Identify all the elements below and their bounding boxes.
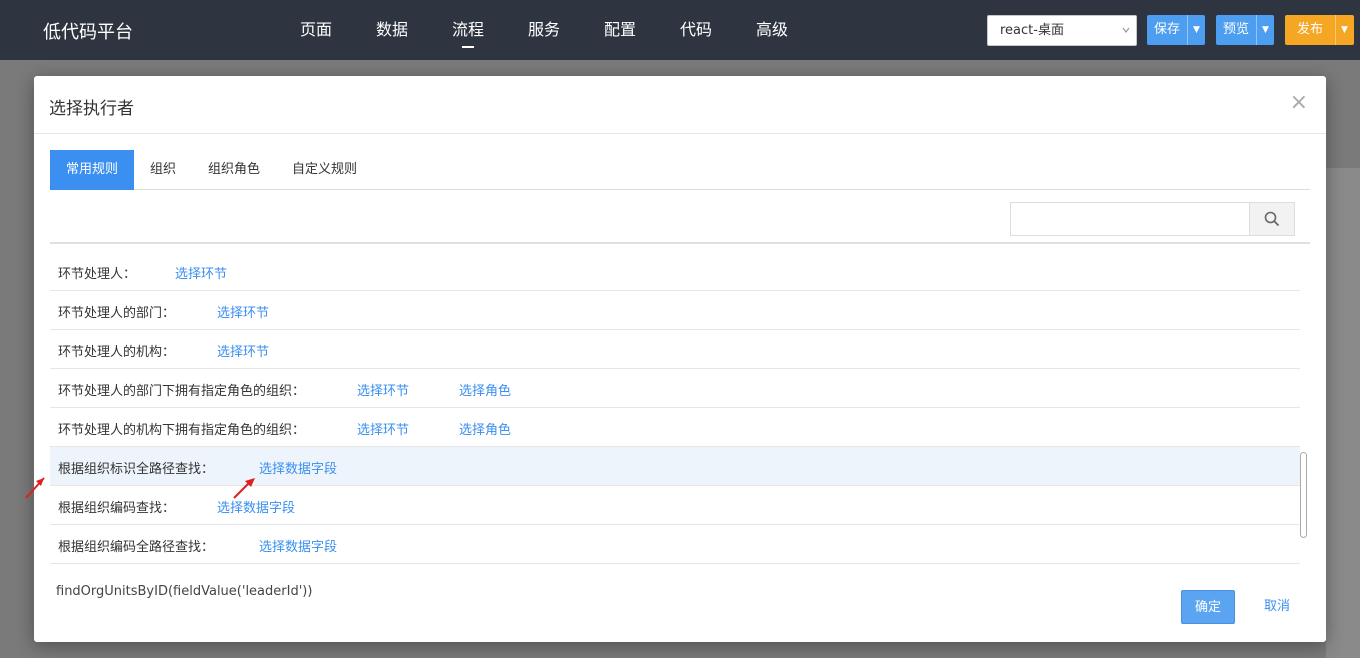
- select-role-link[interactable]: 选择角色: [459, 380, 511, 399]
- nav-item-data[interactable]: 数据: [354, 0, 430, 60]
- preview-button[interactable]: 预览: [1216, 15, 1256, 45]
- nav-item-advanced[interactable]: 高级: [734, 0, 810, 60]
- select-data-field-link[interactable]: 选择数据字段: [259, 536, 337, 555]
- rule-label: 根据组织标识全路径查找：: [58, 462, 215, 477]
- select-node-link[interactable]: 选择环节: [175, 263, 227, 282]
- search-button[interactable]: [1249, 203, 1294, 235]
- select-node-link[interactable]: 选择环节: [357, 380, 409, 399]
- select-node-link[interactable]: 选择环节: [217, 302, 269, 321]
- select-node-link[interactable]: 选择环节: [217, 341, 269, 360]
- list-item: 环节处理人的部门下拥有指定角色的组织： 选择环节 选择角色: [50, 369, 1300, 408]
- tab-organization-role[interactable]: 组织角色: [192, 150, 276, 190]
- rule-label: 环节处理人的部门下拥有指定角色的组织：: [58, 384, 306, 399]
- list-item: 环节处理人的机构： 选择环节: [50, 330, 1300, 369]
- rule-label: 环节处理人的机构：: [58, 345, 176, 360]
- list-item: 根据组织编码全路径查找： 选择数据字段: [50, 525, 1300, 564]
- preview-button-group: 预览 ▼: [1216, 15, 1275, 45]
- dialog-tabs: 常用规则 组织 组织角色 自定义规则: [50, 150, 1310, 190]
- rule-label: 环节处理人的部门：: [58, 306, 176, 321]
- dialog-title: 选择执行者: [49, 99, 134, 119]
- rule-label: 环节处理人：: [58, 267, 137, 282]
- select-executor-dialog: 选择执行者 × 常用规则 组织 组织角色 自定义规则 环节处理人： 选择环节 环…: [25, 76, 1326, 642]
- close-icon[interactable]: ×: [1290, 90, 1308, 115]
- rule-label: 根据组织编码查找：: [58, 501, 176, 516]
- background-side-panel: [1326, 168, 1360, 658]
- save-button[interactable]: 保存: [1147, 15, 1187, 45]
- red-arrow-annotation-icon: [25, 477, 45, 499]
- rule-label: 环节处理人的机构下拥有指定角色的组织：: [58, 423, 306, 438]
- top-bar: 低代码平台 页面 数据 流程 服务 配置 代码 高级 react-桌面 保存 ▼…: [0, 0, 1360, 60]
- app-logo-title: 低代码平台: [43, 22, 133, 43]
- list-item: 环节处理人的机构下拥有指定角色的组织： 选择环节 选择角色: [50, 408, 1300, 447]
- nav-item-code[interactable]: 代码: [658, 0, 734, 60]
- select-data-field-link[interactable]: 选择数据字段: [259, 458, 337, 477]
- red-arrow-annotation-icon: [233, 478, 255, 499]
- tab-organization[interactable]: 组织: [134, 150, 192, 190]
- chevron-down-icon: [1122, 16, 1130, 57]
- publish-button-group: 发布 ▼: [1285, 15, 1354, 45]
- search-box: [1010, 202, 1295, 236]
- select-node-link[interactable]: 选择环节: [357, 419, 409, 438]
- list-item: 环节处理人： 选择环节: [50, 252, 1300, 291]
- rule-label: 根据组织编码全路径查找：: [58, 540, 215, 555]
- preview-dropdown-icon[interactable]: ▼: [1256, 15, 1274, 45]
- dialog-header: 选择执行者 ×: [34, 76, 1326, 134]
- publish-button[interactable]: 发布: [1285, 15, 1335, 45]
- publish-dropdown-icon[interactable]: ▼: [1335, 15, 1353, 45]
- cancel-button[interactable]: 取消: [1264, 590, 1290, 624]
- nav-item-flow[interactable]: 流程: [430, 0, 506, 60]
- list-item: 环节处理人的部门： 选择环节: [50, 291, 1300, 330]
- rule-expression: findOrgUnitsByID(fieldValue('leaderId')): [56, 584, 313, 599]
- search-icon: [1264, 211, 1280, 227]
- select-role-link[interactable]: 选择角色: [459, 419, 511, 438]
- nav-item-pages[interactable]: 页面: [278, 0, 354, 60]
- tab-common-rules[interactable]: 常用规则: [50, 150, 135, 190]
- main-nav: 页面 数据 流程 服务 配置 代码 高级: [278, 0, 810, 60]
- nav-item-config[interactable]: 配置: [582, 0, 658, 60]
- list-scrollbar[interactable]: [1300, 452, 1307, 538]
- confirm-button[interactable]: 确定: [1181, 590, 1235, 624]
- environment-select-value: react-桌面: [1000, 23, 1064, 38]
- search-input[interactable]: [1011, 203, 1249, 235]
- save-button-group: 保存 ▼: [1147, 15, 1206, 45]
- save-dropdown-icon[interactable]: ▼: [1187, 15, 1205, 45]
- tab-custom-rules[interactable]: 自定义规则: [276, 150, 373, 190]
- rule-list: 环节处理人： 选择环节 环节处理人的部门： 选择环节 环节处理人的机构： 选择环…: [50, 242, 1310, 564]
- environment-select[interactable]: react-桌面: [987, 15, 1137, 46]
- nav-item-service[interactable]: 服务: [506, 0, 582, 60]
